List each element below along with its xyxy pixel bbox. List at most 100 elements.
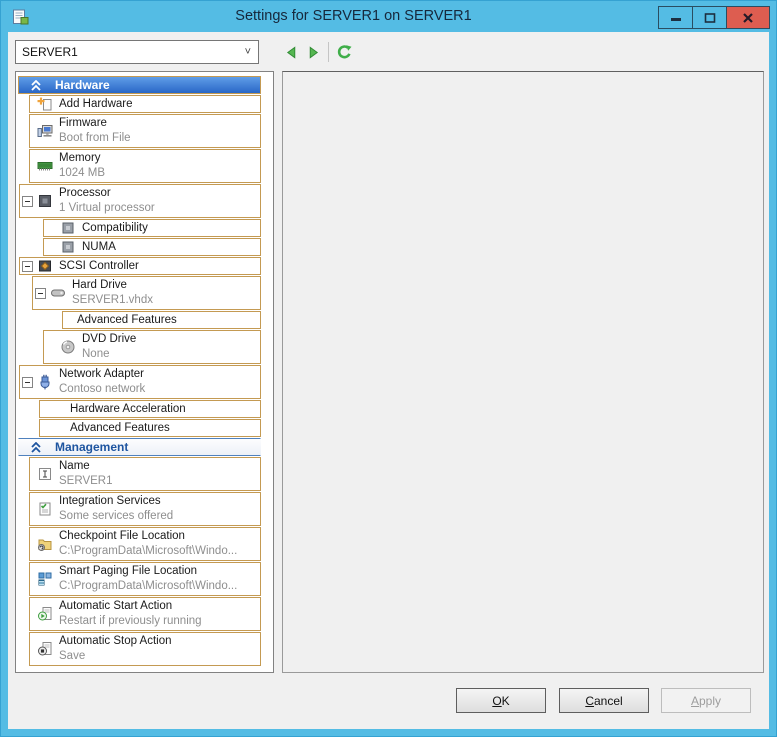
- item-sublabel: Contoso network: [59, 383, 146, 395]
- maximize-icon: [704, 12, 715, 23]
- settings-app-icon: [13, 9, 29, 25]
- item-label: Network Adapter: [59, 368, 145, 380]
- numa-icon: [62, 241, 74, 253]
- collapse-chevron-icon: [31, 441, 41, 453]
- maximize-button[interactable]: [692, 6, 727, 29]
- item-label: Hardware Acceleration: [70, 402, 186, 415]
- refresh-icon: [337, 44, 352, 58]
- sidebar-item-firmware[interactable]: Firmware Boot from File: [29, 114, 261, 148]
- close-button[interactable]: [726, 6, 770, 29]
- sidebar-item-scsi-controller[interactable]: SCSI Controller: [19, 257, 261, 275]
- processor-icon: [39, 195, 51, 207]
- item-sublabel: Restart if previously running: [59, 615, 202, 627]
- sidebar-item-memory[interactable]: Memory 1024 MB: [29, 149, 261, 183]
- server-selector[interactable]: SERVER1 ˅: [15, 40, 259, 64]
- sidebar-item-compatibility[interactable]: Compatibility: [43, 219, 261, 237]
- titlebar: Settings for SERVER1 on SERVER1: [1, 1, 776, 32]
- window-title: Settings for SERVER1 on SERVER1: [235, 8, 472, 24]
- sidebar-item-hard-drive[interactable]: Hard Drive SERVER1.vhdx: [32, 276, 261, 310]
- collapse-expander-icon[interactable]: [22, 195, 33, 207]
- item-label: Automatic Start Action: [59, 600, 173, 612]
- sidebar-item-automatic-stop-action[interactable]: Automatic Stop Action Save: [29, 632, 261, 666]
- sidebar-item-hardware-acceleration[interactable]: Hardware Acceleration: [39, 400, 261, 418]
- chevron-down-icon: ˅: [244, 46, 251, 58]
- toolbar-separator: [328, 42, 329, 62]
- navigate-back-button[interactable]: [280, 41, 302, 63]
- settings-window: Settings for SERVER1 on SERVER1 SERVER1 …: [0, 0, 777, 737]
- item-label: Hard Drive: [72, 279, 127, 291]
- sidebar-item-numa[interactable]: NUMA: [43, 238, 261, 256]
- sidebar-item-smart-paging-file-location[interactable]: Smart Paging File Location C:\ProgramDat…: [29, 562, 261, 596]
- automatic-start-action-icon: [38, 607, 52, 621]
- section-header-hardware[interactable]: Hardware: [18, 76, 261, 94]
- item-label: Integration Services: [59, 495, 161, 507]
- item-label: Name: [59, 460, 90, 472]
- name-icon: [39, 468, 51, 480]
- settings-content-pane: [282, 71, 764, 673]
- sidebar-item-dvd-drive[interactable]: DVD Drive None: [43, 330, 261, 364]
- item-label: Memory: [59, 152, 101, 164]
- sidebar-item-network-adapter[interactable]: Network Adapter Contoso network: [19, 365, 261, 399]
- sidebar-item-advanced-features-hard-drive[interactable]: Advanced Features: [62, 311, 261, 329]
- item-label: Smart Paging File Location: [59, 565, 198, 577]
- section-header-management[interactable]: Management: [18, 438, 261, 456]
- ok-button[interactable]: OK: [456, 688, 546, 713]
- sidebar-item-automatic-start-action[interactable]: Automatic Start Action Restart if previo…: [29, 597, 261, 631]
- item-label: NUMA: [82, 240, 116, 253]
- server-selector-value: SERVER1: [22, 45, 78, 59]
- sidebar-item-add-hardware[interactable]: Add Hardware: [29, 95, 261, 113]
- collapse-expander-icon[interactable]: [22, 376, 33, 388]
- item-sublabel: 1024 MB: [59, 167, 106, 179]
- network-adapter-icon: [40, 374, 50, 390]
- smart-paging-file-location-icon: [38, 572, 52, 586]
- hard-drive-icon: [51, 289, 65, 297]
- collapse-expander-icon[interactable]: [35, 287, 46, 299]
- dvd-drive-icon: [61, 340, 75, 354]
- section-label: Hardware: [55, 78, 110, 92]
- apply-button: Apply: [661, 688, 751, 713]
- item-label: Automatic Stop Action: [59, 635, 172, 647]
- item-label: DVD Drive: [82, 333, 137, 345]
- item-sublabel: SERVER1: [59, 475, 113, 487]
- scsi-controller-icon: [39, 260, 51, 272]
- sidebar-item-integration-services[interactable]: Integration Services Some services offer…: [29, 492, 261, 526]
- settings-sidebar: Hardware Add Hardware Firmware Boot from…: [15, 71, 274, 673]
- item-sublabel: Boot from File: [59, 132, 131, 144]
- minimize-button[interactable]: [658, 6, 693, 29]
- sidebar-item-checkpoint-file-location[interactable]: Checkpoint File Location C:\ProgramData\…: [29, 527, 261, 561]
- item-label: Compatibility: [82, 221, 148, 234]
- automatic-stop-action-icon: [38, 642, 52, 656]
- minimize-icon: [670, 17, 681, 21]
- item-label: Checkpoint File Location: [59, 530, 185, 542]
- compatibility-icon: [62, 222, 74, 234]
- item-sublabel: 1 Virtual processor: [59, 202, 155, 214]
- item-label: Advanced Features: [77, 313, 177, 326]
- back-arrow-icon: [286, 45, 295, 59]
- sidebar-item-name[interactable]: Name SERVER1: [29, 457, 261, 491]
- item-sublabel: None: [82, 348, 110, 360]
- memory-icon: [37, 162, 53, 171]
- item-sublabel: C:\ProgramData\Microsoft\Windo...: [59, 545, 238, 557]
- item-sublabel: C:\ProgramData\Microsoft\Windo...: [59, 580, 238, 592]
- item-label: SCSI Controller: [59, 259, 139, 272]
- sidebar-item-advanced-features-network[interactable]: Advanced Features: [39, 419, 261, 437]
- item-label: Firmware: [59, 117, 107, 129]
- navigation-bar: [280, 40, 355, 64]
- item-label: Advanced Features: [70, 421, 170, 434]
- item-label: Add Hardware: [59, 97, 133, 110]
- collapse-expander-icon[interactable]: [22, 260, 33, 272]
- close-icon: [743, 12, 753, 23]
- sidebar-item-processor[interactable]: Processor 1 Virtual processor: [19, 184, 261, 218]
- navigate-forward-button[interactable]: [302, 41, 324, 63]
- firmware-icon: [37, 125, 53, 137]
- cancel-button[interactable]: Cancel: [559, 688, 649, 713]
- item-sublabel: Save: [59, 650, 86, 662]
- forward-arrow-icon: [309, 45, 318, 59]
- item-label: Processor: [59, 187, 111, 199]
- item-sublabel: SERVER1.vhdx: [72, 294, 153, 306]
- integration-services-icon: [39, 502, 51, 516]
- add-hardware-icon: [37, 97, 52, 111]
- collapse-chevron-icon: [31, 79, 41, 91]
- refresh-button[interactable]: [333, 41, 355, 63]
- settings-dialog: SERVER1 ˅ Hardware Add Hardware Firmware…: [8, 32, 769, 729]
